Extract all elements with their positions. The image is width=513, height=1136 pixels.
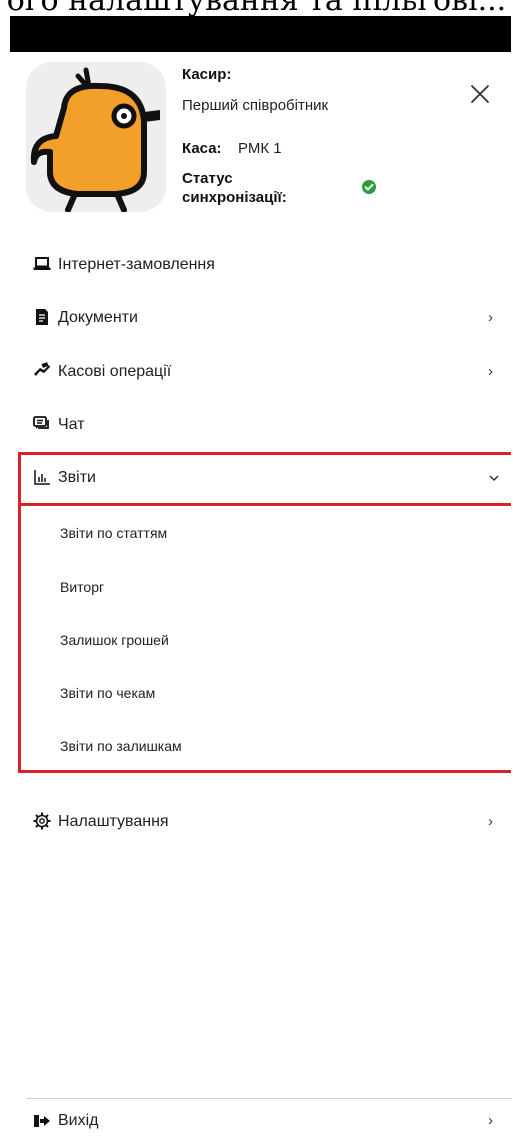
menu-item-documents[interactable]: Документи ›: [0, 296, 513, 340]
status-bar: [10, 16, 511, 52]
close-icon[interactable]: [466, 80, 494, 108]
submenu-item-cash-balance[interactable]: Залишок грошей: [60, 620, 500, 660]
chevron-right-icon: ›: [488, 309, 493, 326]
menu-item-label: Чат: [58, 416, 85, 433]
chevron-right-icon: ›: [488, 363, 493, 380]
submenu-item-reports-by-stock[interactable]: Звіти по залишкам: [60, 726, 500, 766]
check-circle-icon: [362, 180, 376, 194]
menu-item-label: Вихід: [58, 1112, 99, 1129]
menu-item-chat[interactable]: Чат: [0, 403, 513, 447]
laptop-icon: [33, 255, 51, 273]
submenu-item-reports-by-receipts[interactable]: Звіти по чекам: [60, 673, 500, 713]
register-label: Каса:: [182, 140, 222, 157]
menu-item-label: Документи: [58, 309, 138, 326]
app-logo: [26, 62, 166, 212]
menu-item-label: Касові операції: [58, 363, 172, 380]
caption-text: ого налаштування та пільгові...: [0, 0, 513, 16]
sync-status-label: Статус синхронізації:: [182, 169, 287, 207]
register-name: РМК 1: [238, 140, 282, 157]
sync-label-line1: Статус: [182, 170, 233, 187]
reports-highlight-box: [18, 452, 511, 506]
menu-item-label: Інтернет-замовлення: [58, 256, 215, 273]
chevron-right-icon: ›: [488, 1112, 493, 1129]
menu-item-online-orders[interactable]: Інтернет-замовлення: [0, 243, 513, 287]
submenu-item-reports-by-articles[interactable]: Звіти по статтям: [60, 513, 500, 553]
document-icon: [33, 308, 51, 326]
menu-item-settings[interactable]: Налаштування ›: [0, 800, 513, 844]
chevron-right-icon: ›: [488, 813, 493, 830]
logout-icon: [33, 1112, 51, 1130]
menu-item-logout[interactable]: Вихід ›: [0, 1106, 513, 1136]
chat-icon: [33, 415, 51, 433]
divider: [26, 1098, 512, 1099]
gear-icon: [33, 812, 51, 830]
submenu-item-revenue[interactable]: Виторг: [60, 567, 500, 607]
cashier-label: Касир:: [182, 66, 232, 83]
cashier-name: Перший співробітник: [182, 97, 329, 114]
menu-item-label: Налаштування: [58, 813, 169, 830]
menu-item-cash-operations[interactable]: Касові операції ›: [0, 350, 513, 394]
money-hand-icon: [33, 362, 51, 380]
sync-label-line2: синхронізації:: [182, 189, 287, 206]
